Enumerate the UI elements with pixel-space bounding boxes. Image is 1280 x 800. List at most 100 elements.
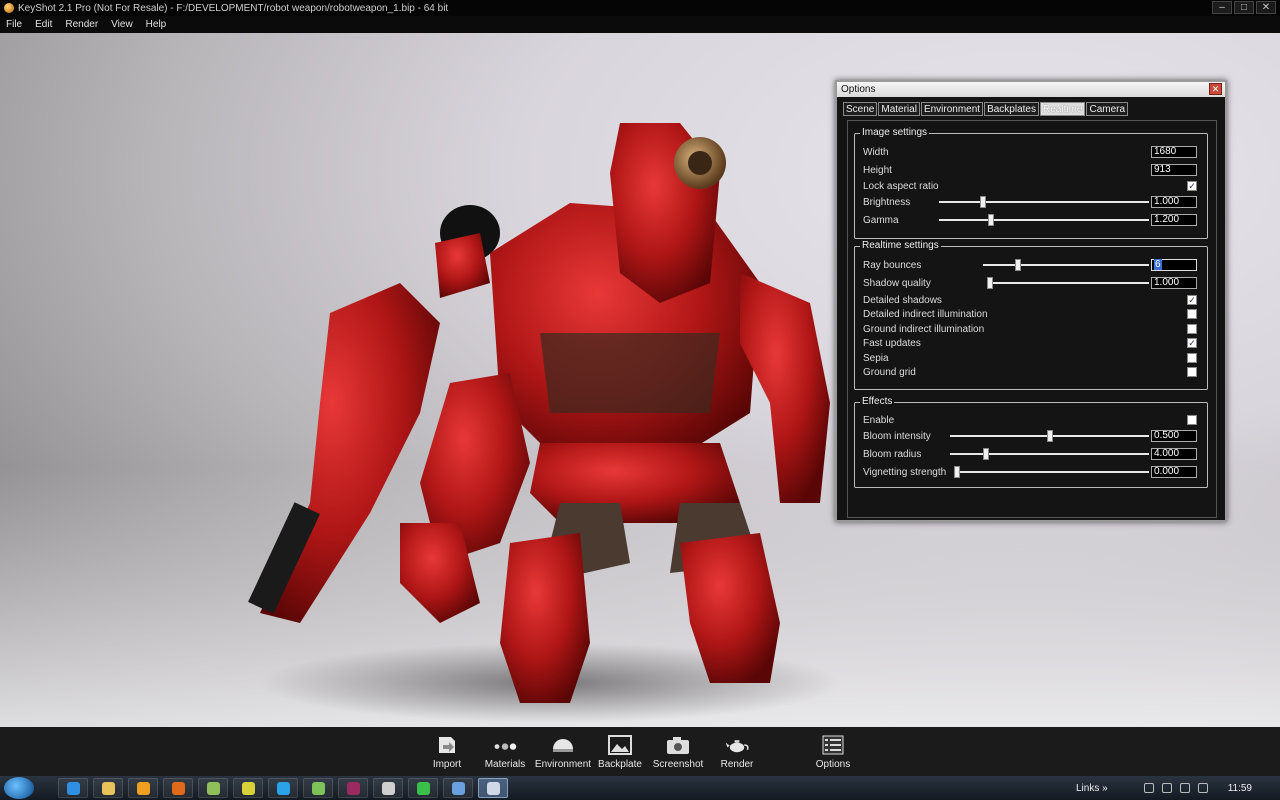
maximize-button[interactable]: □ (1234, 1, 1254, 14)
bloom-intensity-slider[interactable] (950, 430, 1149, 442)
taskbar-app[interactable] (163, 778, 193, 798)
links-label: Links (1076, 782, 1100, 794)
shadow-quality-slider-knob[interactable] (987, 277, 993, 289)
bloom-radius-input[interactable]: 4.000 (1151, 448, 1197, 460)
height-input[interactable]: 913 (1151, 164, 1197, 176)
photoshop-icon (347, 782, 360, 795)
sepia-checkbox[interactable] (1187, 353, 1197, 363)
clock[interactable]: 11:59 (1228, 783, 1252, 794)
detailed-indirect-checkbox[interactable] (1187, 309, 1197, 319)
taskbar-app[interactable] (408, 778, 438, 798)
bloom-intensity-input[interactable]: 0.500 (1151, 430, 1197, 442)
taskbar-app[interactable] (338, 778, 368, 798)
tray-arrow-icon[interactable] (1143, 783, 1154, 793)
image-settings-legend: Image settings (860, 127, 930, 138)
fast-updates-row: Fast updates ✓ (863, 336, 1201, 350)
volume-icon[interactable] (1161, 783, 1172, 793)
realtime-panel: Image settings Width 1680 Height 913 Loc… (847, 120, 1217, 518)
menu-view[interactable]: View (111, 19, 133, 30)
lock-aspect-row: Lock aspect ratio ✓ (863, 179, 1201, 193)
backplate-label: Backplate (598, 759, 642, 770)
taskbar-app[interactable] (233, 778, 263, 798)
options-titlebar[interactable]: Options ✕ (837, 82, 1225, 97)
menu-file[interactable]: File (6, 19, 22, 30)
shadow-quality-slider[interactable] (987, 277, 1149, 289)
flag-icon[interactable] (1197, 783, 1208, 793)
robot-model[interactable] (240, 83, 860, 723)
bloom-radius-slider-knob[interactable] (983, 448, 989, 460)
import-button[interactable]: Import (417, 735, 477, 770)
shadow-quality-input[interactable]: 1.000 (1151, 277, 1197, 289)
effects-legend: Effects (860, 396, 895, 407)
vignetting-slider[interactable] (954, 466, 1149, 478)
vignetting-input[interactable]: 0.000 (1151, 466, 1197, 478)
minimize-button[interactable]: – (1212, 1, 1232, 14)
ground-grid-label: Ground grid (863, 366, 916, 378)
ray-bounces-row: Ray bounces 6 (863, 258, 1201, 272)
bottom-toolbar: Import Materials Environment Backplate S… (0, 727, 1280, 776)
start-button[interactable] (4, 777, 34, 799)
gamma-input[interactable]: 1.200 (1151, 214, 1197, 226)
effects-enable-checkbox[interactable] (1187, 415, 1197, 425)
gamma-slider[interactable] (939, 214, 1149, 226)
screenshot-button[interactable]: Screenshot (648, 735, 708, 770)
taskbar-app[interactable] (443, 778, 473, 798)
options-button[interactable]: Options (803, 735, 863, 770)
width-input[interactable]: 1680 (1151, 146, 1197, 158)
taskbar-app[interactable] (478, 778, 508, 798)
taskbar-app[interactable] (58, 778, 88, 798)
detailed-shadows-checkbox[interactable]: ✓ (1187, 295, 1197, 305)
materials-button[interactable]: Materials (475, 735, 535, 770)
ray-bounces-label: Ray bounces (863, 259, 922, 271)
links-toolbar[interactable]: Links » (1076, 783, 1108, 794)
brightness-slider[interactable] (939, 196, 1149, 208)
media-player-icon (137, 782, 150, 795)
vignetting-slider-knob[interactable] (954, 466, 960, 478)
ground-grid-checkbox[interactable] (1187, 367, 1197, 377)
app-icon (207, 782, 220, 795)
ray-bounces-slider[interactable] (983, 259, 1149, 271)
fast-updates-checkbox[interactable]: ✓ (1187, 338, 1197, 348)
tab-scene[interactable]: Scene (843, 102, 878, 116)
taskbar-app[interactable] (198, 778, 228, 798)
brightness-slider-knob[interactable] (980, 196, 986, 208)
taskbar-app[interactable] (128, 778, 158, 798)
list-icon (822, 735, 844, 755)
backplate-button[interactable]: Backplate (590, 735, 650, 770)
lock-aspect-checkbox[interactable]: ✓ (1187, 181, 1197, 191)
tab-backplates[interactable]: Backplates (984, 102, 1039, 116)
backplate-icon (608, 735, 632, 755)
brightness-input[interactable]: 1.000 (1151, 196, 1197, 208)
tab-realtime[interactable]: Realtime (1040, 102, 1086, 116)
network-icon[interactable] (1179, 783, 1190, 793)
close-button[interactable]: ✕ (1256, 1, 1276, 14)
menu-help[interactable]: Help (146, 19, 167, 30)
menu-render[interactable]: Render (65, 19, 98, 30)
taskbar-app[interactable] (303, 778, 333, 798)
ground-indirect-checkbox[interactable] (1187, 324, 1197, 334)
bloom-intensity-row: Bloom intensity 0.500 (863, 429, 1201, 443)
tab-camera[interactable]: Camera (1086, 102, 1129, 116)
options-close-button[interactable]: ✕ (1209, 83, 1222, 95)
window-controls: – □ ✕ (1212, 1, 1276, 14)
detailed-shadows-row: Detailed shadows ✓ (863, 293, 1201, 307)
width-label: Width (863, 146, 889, 158)
menu-edit[interactable]: Edit (35, 19, 52, 30)
taskbar-app[interactable] (373, 778, 403, 798)
tab-environment[interactable]: Environment (920, 102, 984, 116)
render-button[interactable]: Render (707, 735, 767, 770)
environment-button[interactable]: Environment (533, 735, 593, 770)
taskbar-app[interactable] (268, 778, 298, 798)
ray-bounces-input[interactable]: 6 (1151, 259, 1197, 271)
whatsapp-icon (417, 782, 430, 795)
taskbar-app[interactable] (93, 778, 123, 798)
bloom-intensity-slider-knob[interactable] (1047, 430, 1053, 442)
system-tray: Links » 11:59 (1076, 776, 1280, 800)
options-tabs: Scene Material Environment Backplates Re… (843, 102, 1129, 116)
bloom-radius-slider[interactable] (950, 448, 1149, 460)
tab-material[interactable]: Material (878, 102, 920, 116)
gamma-slider-knob[interactable] (988, 214, 994, 226)
import-icon (439, 737, 455, 753)
ray-bounces-slider-knob[interactable] (1015, 259, 1021, 271)
ground-indirect-row: Ground indirect illumination (863, 322, 1201, 336)
